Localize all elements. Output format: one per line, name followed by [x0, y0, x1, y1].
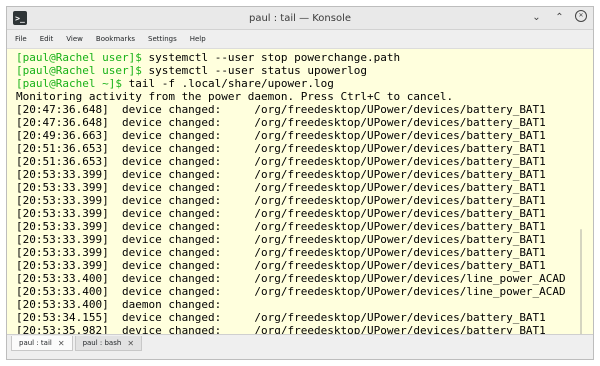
close-icon[interactable]: ✕ [575, 10, 587, 22]
shell-command: systemctl --user stop powerchange.path [141, 51, 401, 64]
terminal-line: [20:53:33.399] device changed: /org/free… [16, 168, 546, 181]
shell-command: systemctl --user status upowerlog [141, 64, 368, 77]
terminal-line: [paul@Rachel ~]$ tail -f .local/share/up… [16, 77, 583, 90]
tab-label: paul : tail [19, 339, 52, 347]
menu-bar: File Edit View Bookmarks Settings Help [7, 30, 593, 49]
window-controls: ⌄ ⌃ ✕ [529, 10, 587, 25]
shell-prompt: [paul@Rachel user]$ [16, 64, 142, 77]
terminal-line: [20:53:33.399] device changed: /org/free… [16, 181, 546, 194]
menu-bookmarks[interactable]: Bookmarks [96, 35, 135, 43]
menu-file[interactable]: File [15, 35, 27, 43]
terminal-app-icon[interactable]: >_ [13, 11, 27, 25]
tab-label: paul : bash [82, 339, 122, 347]
scrollbar[interactable] [580, 229, 582, 335]
close-icon[interactable]: ✕ [127, 339, 134, 348]
terminal-line: [20:53:33.399] device changed: /org/free… [16, 207, 546, 220]
terminal-line: [20:53:33.400] device changed: /org/free… [16, 285, 566, 298]
tab-paul-tail[interactable]: paul : tail ✕ [11, 336, 73, 351]
terminal-line: [paul@Rachel user]$ systemctl --user sta… [16, 64, 583, 77]
title-bar[interactable]: >_ paul : tail — Konsole ⌄ ⌃ ✕ [7, 7, 593, 30]
terminal-line: [20:53:33.400] device changed: /org/free… [16, 272, 566, 285]
terminal-line: [20:51:36.653] device changed: /org/free… [16, 142, 546, 155]
terminal-line: Monitoring activity from the power daemo… [16, 90, 454, 103]
close-icon[interactable]: ✕ [58, 339, 65, 348]
terminal-line: [20:53:33.399] device changed: /org/free… [16, 259, 546, 272]
shell-prompt: [paul@Rachel ~]$ [16, 77, 122, 90]
terminal-line: [20:49:36.663] device changed: /org/free… [16, 129, 546, 142]
konsole-window: >_ paul : tail — Konsole ⌄ ⌃ ✕ File Edit… [6, 6, 594, 360]
shell-command: tail -f .local/share/upower.log [121, 77, 334, 90]
menu-edit[interactable]: Edit [40, 35, 54, 43]
terminal-line: [paul@Rachel user]$ systemctl --user sto… [16, 51, 583, 64]
menu-help[interactable]: Help [190, 35, 206, 43]
terminal-line: [20:53:33.400] daemon changed: [16, 298, 222, 311]
terminal-line: [20:47:36.648] device changed: /org/free… [16, 103, 546, 116]
terminal-line: [20:53:34.155] device changed: /org/free… [16, 311, 546, 324]
terminal-output[interactable]: [paul@Rachel user]$ systemctl --user sto… [7, 49, 593, 335]
menu-view[interactable]: View [66, 35, 83, 43]
menu-settings[interactable]: Settings [148, 35, 177, 43]
terminal-line: [20:53:33.399] device changed: /org/free… [16, 220, 546, 233]
window-title: paul : tail — Konsole [248, 12, 352, 24]
terminal-line: [20:53:33.399] device changed: /org/free… [16, 246, 546, 259]
maximize-icon[interactable]: ⌃ [552, 10, 567, 25]
terminal-line: [20:51:36.653] device changed: /org/free… [16, 155, 546, 168]
terminal-line: [20:53:33.399] device changed: /org/free… [16, 194, 546, 207]
tab-bar: paul : tail ✕ paul : bash ✕ [7, 334, 593, 359]
tab-paul-bash[interactable]: paul : bash ✕ [74, 336, 143, 351]
terminal-line: [20:53:33.399] device changed: /org/free… [16, 233, 546, 246]
terminal-line: [20:47:36.648] device changed: /org/free… [16, 116, 546, 129]
minimize-icon[interactable]: ⌄ [529, 10, 544, 25]
shell-prompt: [paul@Rachel user]$ [16, 51, 142, 64]
